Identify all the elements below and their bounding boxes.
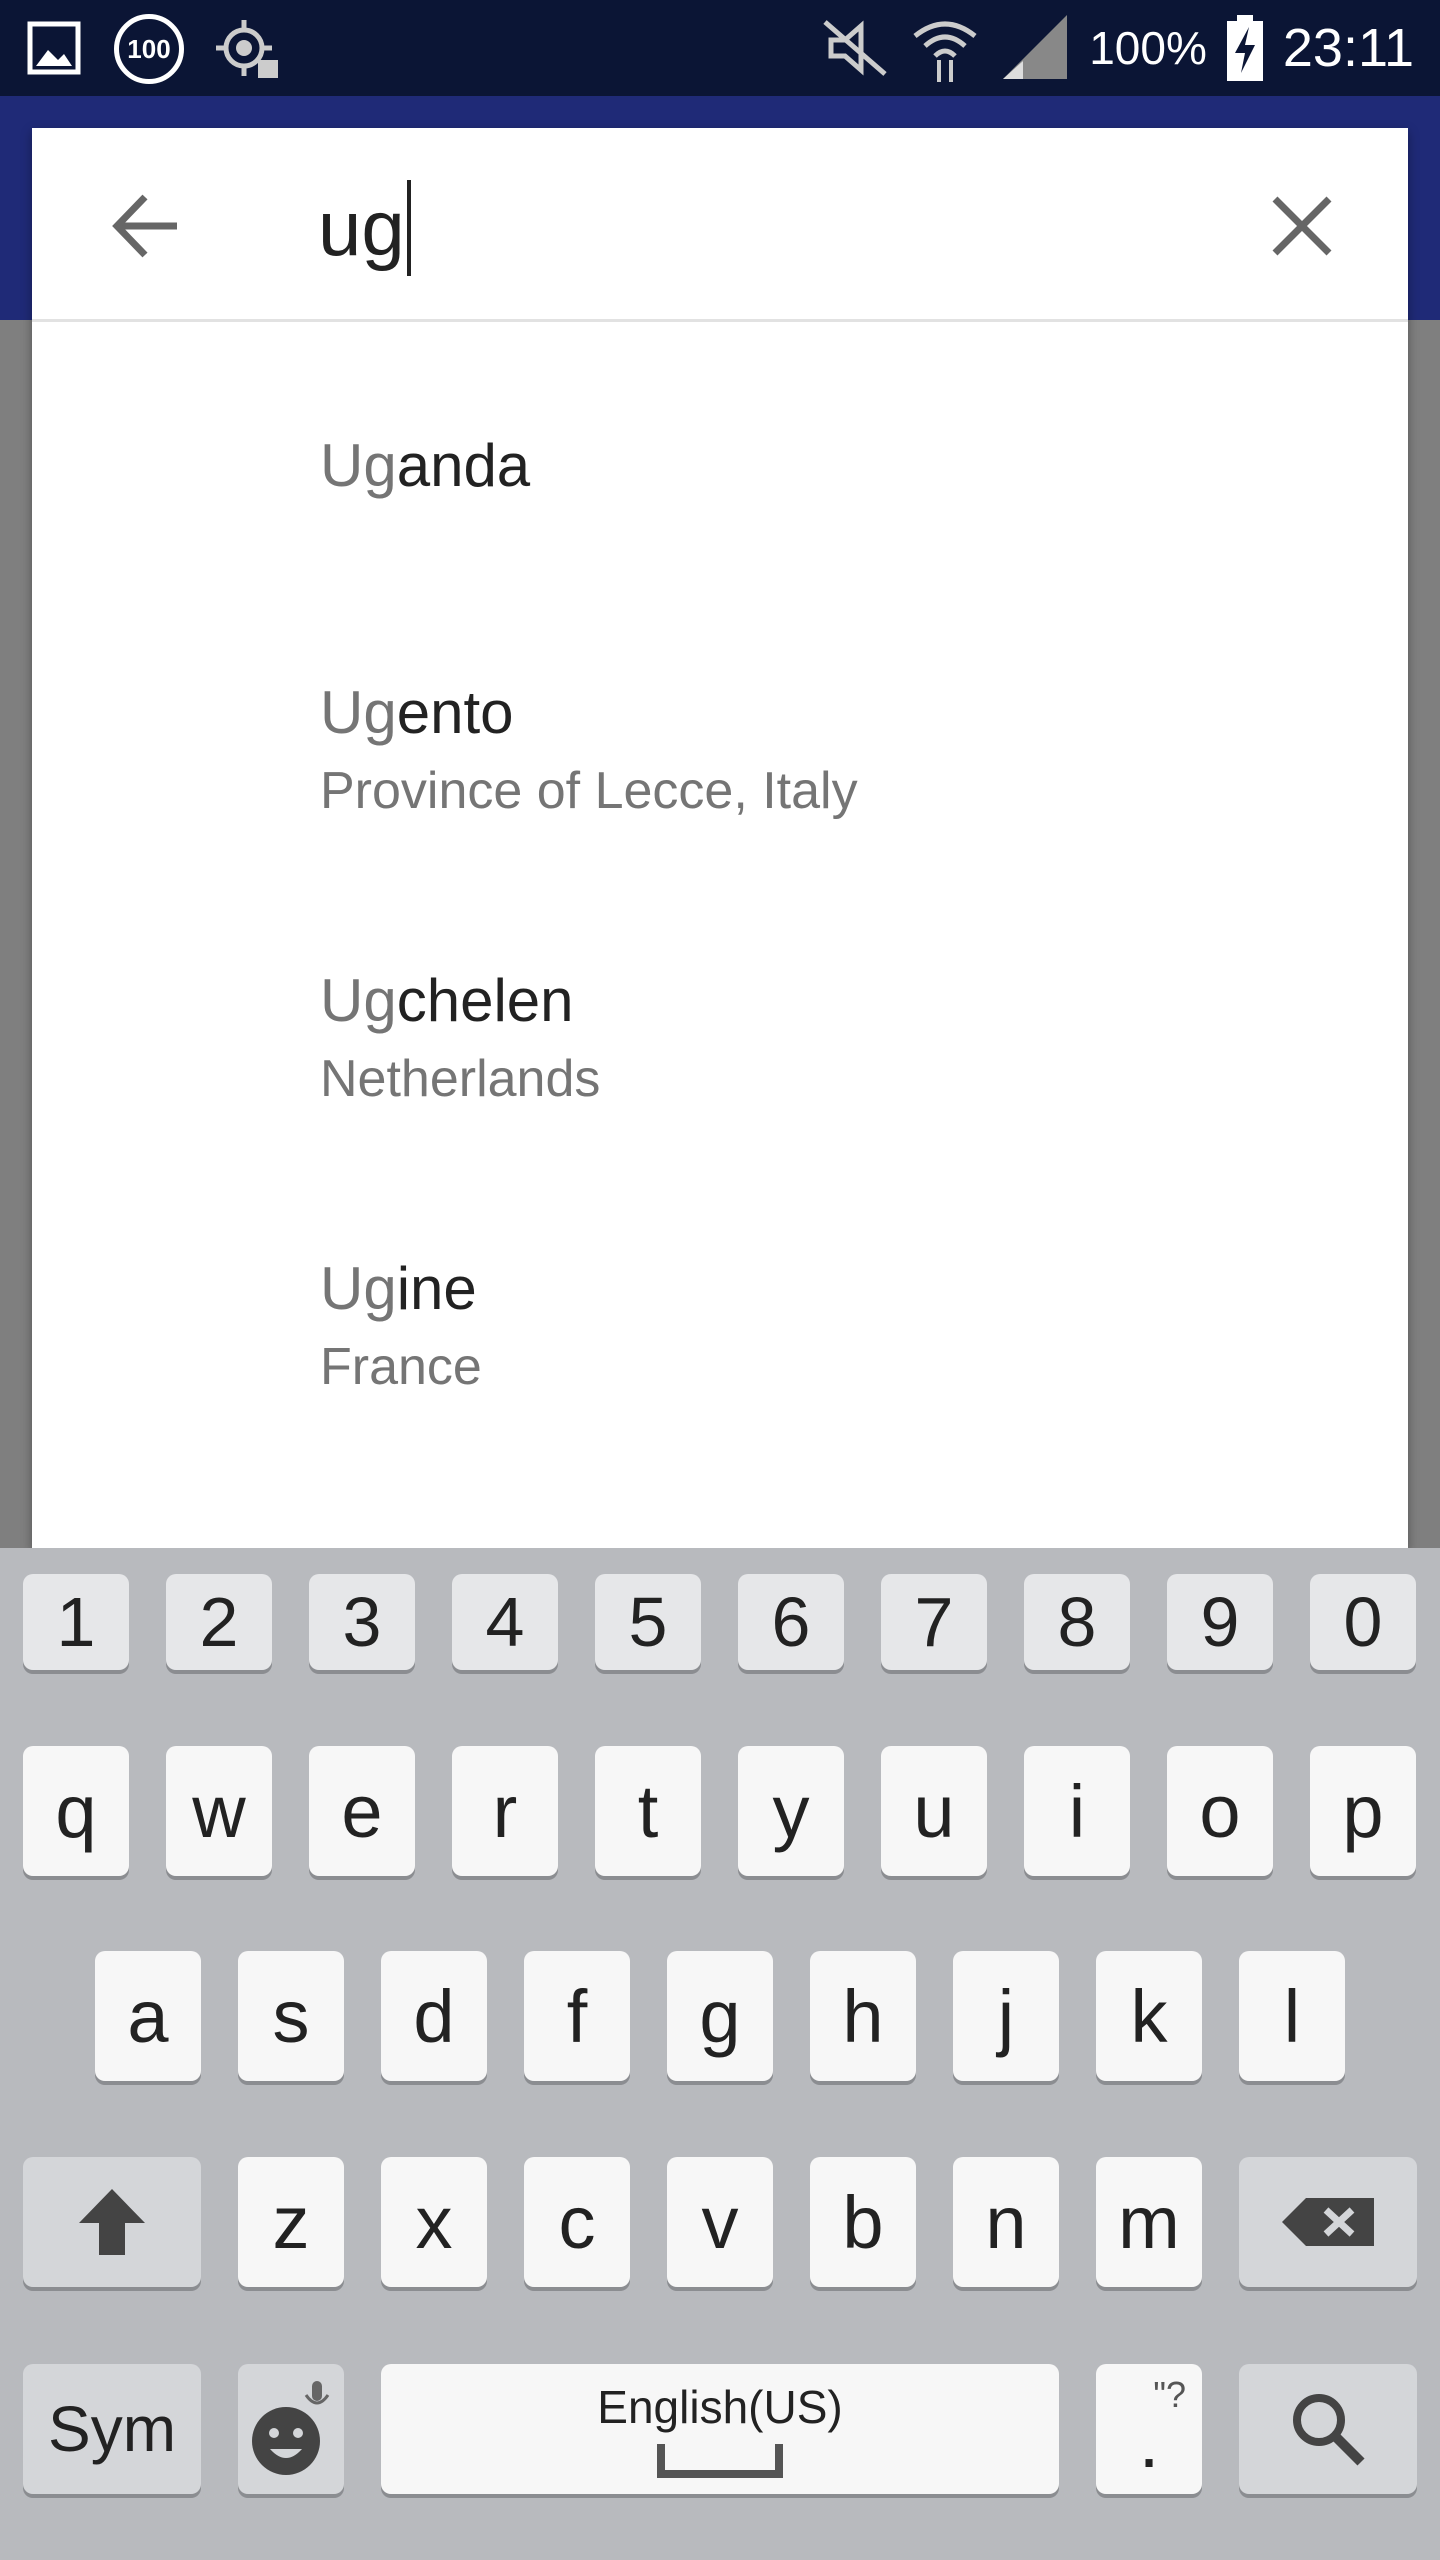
key-n[interactable]: n <box>953 2157 1059 2287</box>
key-y[interactable]: y <box>738 1746 844 1876</box>
mute-icon <box>823 20 887 76</box>
result-rest: ento <box>396 679 514 746</box>
backspace-icon <box>1282 2198 1374 2246</box>
key-j[interactable]: j <box>953 1951 1059 2081</box>
result-subtitle: Province of Lecce, Italy <box>320 762 858 820</box>
key-w[interactable]: w <box>166 1746 272 1876</box>
key-8[interactable]: 8 <box>1024 1574 1130 1670</box>
key-r[interactable]: r <box>452 1746 558 1876</box>
backspace-key[interactable] <box>1239 2157 1417 2287</box>
key-4[interactable]: 4 <box>452 1574 558 1670</box>
shift-arrow-icon <box>79 2189 145 2255</box>
result-title: Ugine <box>320 1259 482 1319</box>
period-key[interactable]: "? . <box>1096 2364 1202 2494</box>
space-language-label: English(US) <box>597 2381 843 2433</box>
key-6[interactable]: 6 <box>738 1574 844 1670</box>
key-a[interactable]: a <box>95 1951 201 2081</box>
key-z[interactable]: z <box>238 2157 344 2287</box>
key-c[interactable]: c <box>524 2157 630 2287</box>
key-q[interactable]: q <box>23 1746 129 1876</box>
signal-icon <box>1003 15 1068 79</box>
period-hint: "? <box>1153 2374 1186 2415</box>
result-subtitle: Netherlands <box>320 1050 601 1108</box>
result-title: Ugchelen <box>320 971 600 1031</box>
badge-text: 100 <box>127 33 171 64</box>
search-header: ug <box>32 128 1408 322</box>
emoji-mic-icon <box>252 2381 330 2475</box>
result-rest: anda <box>396 432 531 499</box>
key-g[interactable]: g <box>667 1951 773 2081</box>
key-2[interactable]: 2 <box>166 1574 272 1670</box>
keyboard: 1 2 3 4 5 6 7 8 9 0 q w e r t y u i o p … <box>0 1548 1440 2560</box>
search-query: ug <box>318 183 405 272</box>
key-o[interactable]: o <box>1167 1746 1273 1876</box>
status-right: 100% 23:11 <box>821 0 1414 96</box>
result-title: Uganda <box>320 436 530 496</box>
key-e[interactable]: e <box>309 1746 415 1876</box>
result-match: Ug <box>320 679 397 746</box>
key-d[interactable]: d <box>381 1951 487 2081</box>
clear-button[interactable] <box>1252 176 1352 276</box>
key-5[interactable]: 5 <box>595 1574 701 1670</box>
gallery-icon <box>27 21 81 75</box>
result-item-uganda[interactable]: Uganda <box>320 436 530 496</box>
search-card: ug Uganda Ugento Province of Lecce, Ital… <box>32 128 1408 1548</box>
key-1[interactable]: 1 <box>23 1574 129 1670</box>
search-key[interactable] <box>1239 2364 1417 2494</box>
result-title: Ugento <box>320 683 858 743</box>
key-m[interactable]: m <box>1096 2157 1202 2287</box>
key-u[interactable]: u <box>881 1746 987 1876</box>
key-0[interactable]: 0 <box>1310 1574 1416 1670</box>
result-match: Ug <box>320 432 397 499</box>
key-f[interactable]: f <box>524 1951 630 2081</box>
key-3[interactable]: 3 <box>309 1574 415 1670</box>
key-7[interactable]: 7 <box>881 1574 987 1670</box>
result-match: Ug <box>320 967 397 1034</box>
key-i[interactable]: i <box>1024 1746 1130 1876</box>
key-b[interactable]: b <box>810 2157 916 2287</box>
emoji-key[interactable] <box>238 2364 344 2494</box>
key-t[interactable]: t <box>595 1746 701 1876</box>
key-v[interactable]: v <box>667 2157 773 2287</box>
result-subtitle: France <box>320 1338 482 1396</box>
key-x[interactable]: x <box>381 2157 487 2287</box>
result-item-ugento[interactable]: Ugento Province of Lecce, Italy <box>320 683 858 820</box>
data-usage-badge: 100 <box>114 14 184 84</box>
key-9[interactable]: 9 <box>1167 1574 1273 1670</box>
result-rest: ine <box>396 1255 477 1322</box>
text-caret <box>406 180 411 276</box>
result-match: Ug <box>320 1255 397 1322</box>
arrow-back-icon <box>112 194 177 258</box>
shift-key[interactable] <box>23 2157 201 2287</box>
close-icon <box>1272 196 1332 256</box>
wifi-icon <box>913 21 977 82</box>
space-key[interactable]: English(US) <box>381 2364 1059 2494</box>
search-input[interactable]: ug <box>318 168 411 288</box>
key-s[interactable]: s <box>238 1951 344 2081</box>
back-button[interactable] <box>96 176 196 276</box>
key-l[interactable]: l <box>1239 1951 1345 2081</box>
result-rest: chelen <box>396 967 574 1034</box>
battery-percent: 100% <box>1089 22 1207 74</box>
location-icon <box>216 20 278 78</box>
search-icon <box>1293 2394 1365 2466</box>
sym-key[interactable]: Sym <box>23 2364 201 2494</box>
clock: 23:11 <box>1282 18 1414 78</box>
space-bar-icon <box>657 2444 783 2478</box>
key-h[interactable]: h <box>810 1951 916 2081</box>
key-p[interactable]: p <box>1310 1746 1416 1876</box>
result-item-ugine[interactable]: Ugine France <box>320 1259 482 1396</box>
key-k[interactable]: k <box>1096 1951 1202 2081</box>
status-bar: 100 100% 23:11 <box>0 0 1440 96</box>
result-item-ugchelen[interactable]: Ugchelen Netherlands <box>320 971 601 1108</box>
battery-charging-icon <box>1226 15 1263 81</box>
